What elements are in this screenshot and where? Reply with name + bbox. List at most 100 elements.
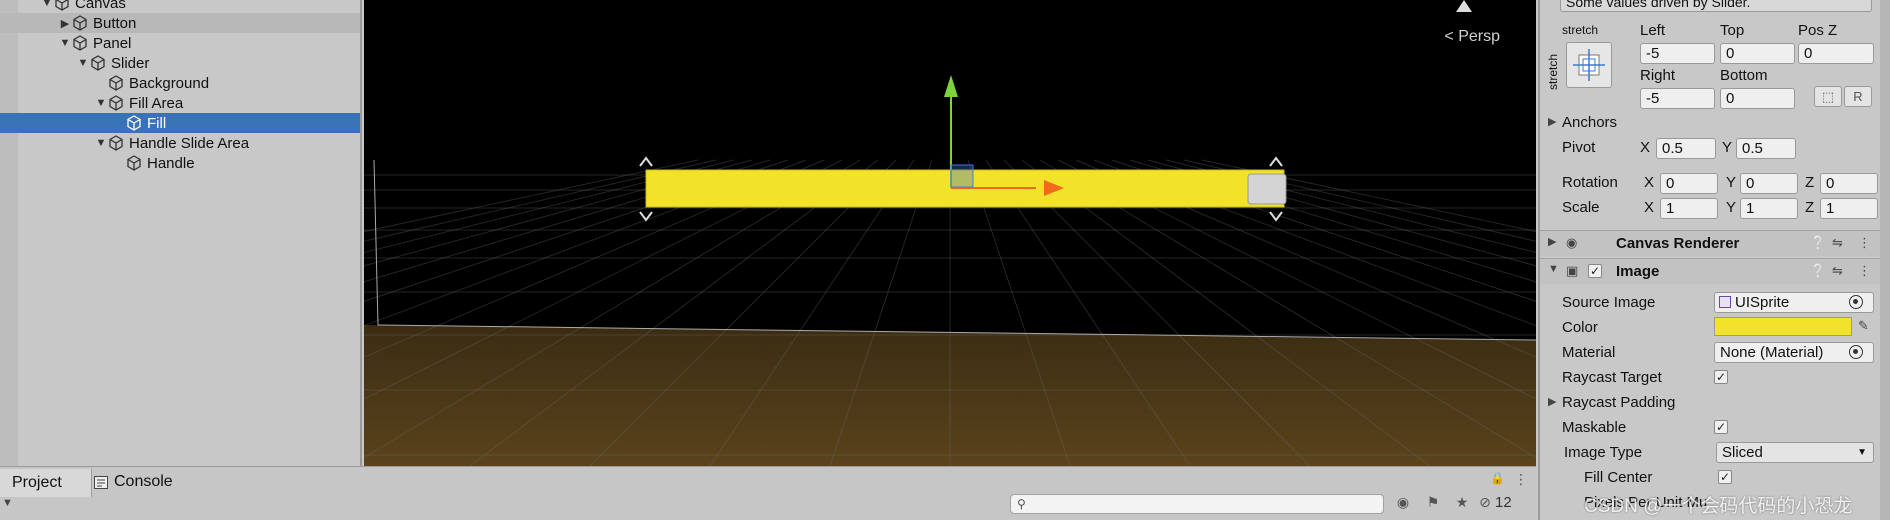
- material-label: Material: [1562, 344, 1616, 361]
- create-dropdown-icon[interactable]: ▼: [2, 497, 13, 509]
- chevron-down-icon: ▼: [1857, 447, 1867, 458]
- tab-project[interactable]: Project: [0, 469, 92, 497]
- foldout-expanded-icon[interactable]: ▼: [76, 57, 90, 69]
- hierarchy-item-label: Background: [129, 74, 210, 92]
- raw-edit-button[interactable]: R: [1844, 86, 1872, 107]
- tab-console-label: Console: [114, 473, 173, 490]
- hierarchy-item[interactable]: Background: [0, 73, 360, 93]
- driven-note-text: Some values driven by Slider.: [1566, 0, 1751, 10]
- gameobject-cube-icon: [127, 155, 141, 171]
- image-component-icon: ▣: [1566, 263, 1579, 278]
- bottom-field[interactable]: 0: [1720, 88, 1795, 109]
- canvas-renderer-header[interactable]: ▶ ◉ Canvas Renderer ❔ ⇋ ⋮: [1540, 230, 1880, 256]
- foldout-expanded-icon[interactable]: ▼: [1548, 263, 1559, 275]
- rotation-z-axis: Z: [1805, 174, 1815, 191]
- source-image-field[interactable]: UISprite: [1714, 292, 1874, 313]
- foldout-expanded-icon[interactable]: ▼: [58, 37, 72, 49]
- pivot-x-axis: X: [1640, 139, 1651, 156]
- console-icon: [94, 475, 108, 489]
- help-icon[interactable]: ❔: [1810, 235, 1826, 251]
- rotation-y-field[interactable]: 0: [1740, 173, 1798, 194]
- rotation-x-field[interactable]: 0: [1660, 173, 1718, 194]
- material-value: None (Material): [1720, 344, 1824, 361]
- maskable-checkbox[interactable]: ✓: [1714, 420, 1728, 434]
- image-enabled-checkbox[interactable]: ✓: [1588, 264, 1602, 278]
- scale-y-axis: Y: [1726, 199, 1737, 216]
- hidden-packages-eye-icon[interactable]: ⊘: [1476, 494, 1494, 514]
- color-swatch[interactable]: [1714, 317, 1852, 336]
- image-title: Image: [1616, 263, 1660, 280]
- foldout-expanded-icon[interactable]: ▼: [94, 97, 108, 109]
- pivot-y-field[interactable]: 0.5: [1736, 138, 1796, 159]
- pivot-x-field[interactable]: 0.5: [1656, 138, 1716, 159]
- scale-x-field[interactable]: 1: [1660, 198, 1718, 219]
- gameobject-cube-icon: [109, 75, 123, 91]
- blueprint-mode-button[interactable]: ⬚: [1814, 86, 1842, 107]
- foldout-collapsed-icon[interactable]: ▶: [1548, 235, 1556, 248]
- object-picker-icon[interactable]: [1849, 295, 1863, 309]
- help-icon[interactable]: ❔: [1810, 263, 1826, 279]
- scene-canvas[interactable]: [364, 0, 1536, 466]
- hierarchy-panel: ▼ Canvas ▶ Button ▼ Panel ▼ Slider Background ▼ Fi…: [0, 0, 362, 466]
- csdn-watermark: CSDN @一个会码代码的小恐龙: [1584, 496, 1853, 517]
- object-picker-icon[interactable]: [1849, 345, 1863, 359]
- gizmo-plane-handle[interactable]: [950, 164, 974, 188]
- hierarchy-item[interactable]: ▼ Fill Area: [0, 93, 360, 113]
- anchors-label[interactable]: Anchors: [1562, 114, 1617, 131]
- source-image-value: UISprite: [1735, 294, 1790, 311]
- scale-z-field[interactable]: 1: [1820, 198, 1878, 219]
- right-field[interactable]: -5: [1640, 88, 1715, 109]
- gameobject-cube-icon: [73, 35, 87, 51]
- tab-console[interactable]: Console: [94, 469, 173, 495]
- foldout-expanded-icon[interactable]: ▼: [94, 137, 108, 149]
- project-search-input[interactable]: ⚲: [1010, 494, 1384, 514]
- lock-icon[interactable]: 🔒: [1490, 471, 1505, 485]
- anchors-foldout-arrow[interactable]: ▶: [1548, 115, 1556, 128]
- top-label: Top: [1720, 22, 1745, 39]
- eyedropper-icon[interactable]: ✎: [1858, 318, 1869, 334]
- anchor-stretch-icon: [1573, 49, 1605, 81]
- projection-label: Persp: [1458, 28, 1500, 45]
- raycast-target-checkbox[interactable]: ✓: [1714, 370, 1728, 384]
- posz-field[interactable]: 0: [1798, 43, 1874, 64]
- foldout-expanded-icon[interactable]: ▼: [40, 0, 54, 9]
- hierarchy-item[interactable]: ▼ Panel: [0, 33, 360, 53]
- left-field[interactable]: -5: [1640, 43, 1715, 64]
- raycast-padding-label[interactable]: Raycast Padding: [1562, 394, 1675, 411]
- hierarchy-item-label: Canvas: [75, 0, 126, 12]
- raycast-padding-foldout-arrow[interactable]: ▶: [1548, 395, 1556, 408]
- foldout-collapsed-icon[interactable]: ▶: [58, 17, 72, 30]
- top-field[interactable]: 0: [1720, 43, 1795, 64]
- kebab-menu-icon[interactable]: ⋮: [1514, 471, 1528, 488]
- search-by-label-icon[interactable]: ⚑: [1423, 494, 1443, 514]
- rotation-x-axis: X: [1644, 174, 1655, 191]
- anchor-preset-button[interactable]: [1566, 42, 1612, 88]
- rotation-z-field[interactable]: 0: [1820, 173, 1878, 194]
- component-menu-icon[interactable]: ⋮: [1858, 235, 1871, 251]
- image-component-header[interactable]: ▼ ▣ ✓ Image ❔ ⇋ ⋮: [1540, 258, 1880, 284]
- image-type-dropdown[interactable]: Sliced ▼: [1716, 442, 1874, 463]
- hierarchy-item[interactable]: ▼ Canvas: [0, 0, 360, 13]
- search-by-type-icon[interactable]: ◉: [1393, 494, 1413, 514]
- hierarchy-item[interactable]: ▼ Slider: [0, 53, 360, 73]
- hierarchy-item-label: Handle Slide Area: [129, 134, 250, 152]
- projection-toggle[interactable]: < Persp: [1444, 28, 1500, 46]
- hierarchy-item[interactable]: Handle: [0, 153, 360, 173]
- slider-handle-object[interactable]: [1247, 173, 1287, 205]
- inspector-scroll-edge[interactable]: [1880, 0, 1890, 520]
- preset-icon[interactable]: ⇋: [1832, 263, 1843, 279]
- scene-view[interactable]: < Persp: [364, 0, 1536, 466]
- favorites-star-icon[interactable]: ★: [1452, 494, 1472, 514]
- gameobject-cube-icon: [127, 115, 141, 131]
- inspector-panel: Some values driven by Slider. stretch st…: [1538, 0, 1880, 520]
- hierarchy-item-label: Handle: [147, 154, 195, 172]
- component-menu-icon[interactable]: ⋮: [1858, 263, 1871, 279]
- material-field[interactable]: None (Material): [1714, 342, 1874, 363]
- fill-center-checkbox[interactable]: ✓: [1718, 470, 1732, 484]
- bottom-label: Bottom: [1720, 67, 1768, 84]
- hierarchy-item[interactable]: ▼ Handle Slide Area: [0, 133, 360, 153]
- scale-y-field[interactable]: 1: [1740, 198, 1798, 219]
- hierarchy-item[interactable]: ▶ Button: [0, 13, 360, 33]
- hierarchy-item[interactable]: Fill: [0, 113, 360, 133]
- preset-icon[interactable]: ⇋: [1832, 235, 1843, 251]
